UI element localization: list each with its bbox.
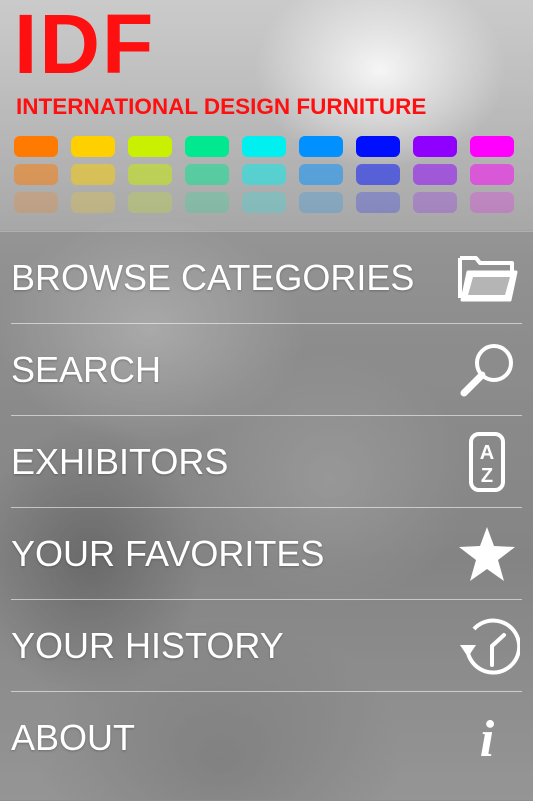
color-swatch (470, 192, 514, 213)
color-swatch (71, 192, 115, 213)
color-swatch (356, 192, 400, 213)
menu-item-browse-categories[interactable]: BROWSE CATEGORIES (11, 232, 522, 324)
color-swatch (356, 136, 400, 157)
menu-item-label: YOUR FAVORITES (11, 532, 325, 574)
color-swatch (413, 192, 457, 213)
app-header: IDF INTERNATIONAL DESIGN FURNITURE (0, 0, 533, 230)
menu-item-label: YOUR HISTORY (11, 624, 284, 666)
menu-item-label: EXHIBITORS (11, 440, 229, 482)
a-letter: A (480, 442, 494, 464)
menu-item-search[interactable]: SEARCH (11, 324, 522, 416)
z-letter: Z (481, 465, 493, 487)
color-swatch (470, 164, 514, 185)
color-swatch (299, 164, 343, 185)
menu-item-label: SEARCH (11, 348, 162, 390)
palette-row (14, 192, 514, 213)
color-swatch (413, 164, 457, 185)
color-swatch (299, 136, 343, 157)
menu-item-about[interactable]: ABOUT i (11, 692, 522, 783)
star-icon (452, 519, 522, 589)
info-letter: i (480, 712, 495, 764)
color-swatch (71, 164, 115, 185)
menu-item-your-history[interactable]: YOUR HISTORY (11, 600, 522, 692)
color-swatch (14, 136, 58, 157)
logo: IDF (14, 0, 156, 91)
color-swatch (356, 164, 400, 185)
a-z-icon: A Z (452, 427, 522, 497)
color-swatch (242, 136, 286, 157)
menu-item-label: ABOUT (11, 716, 136, 758)
color-swatch (128, 164, 172, 185)
color-swatch (185, 192, 229, 213)
info-icon: i (452, 703, 522, 773)
palette-row (14, 136, 514, 157)
color-swatch (242, 164, 286, 185)
main-menu: BROWSE CATEGORIES SEARCH EXHIBITORS A Z (0, 231, 533, 801)
color-swatch (413, 136, 457, 157)
color-swatch (185, 164, 229, 185)
color-swatch (242, 192, 286, 213)
color-swatch (14, 164, 58, 185)
palette-row (14, 164, 514, 185)
color-swatch (128, 136, 172, 157)
search-icon (452, 335, 522, 405)
menu-item-label: BROWSE CATEGORIES (11, 256, 415, 298)
color-swatch (299, 192, 343, 213)
color-swatch (128, 192, 172, 213)
history-clock-icon (452, 611, 522, 681)
color-swatch (470, 136, 514, 157)
logo-subtitle: INTERNATIONAL DESIGN FURNITURE (16, 94, 427, 119)
menu-item-exhibitors[interactable]: EXHIBITORS A Z (11, 416, 522, 508)
color-swatch (14, 192, 58, 213)
color-swatch (71, 136, 115, 157)
folder-icon (452, 243, 522, 313)
color-swatch (185, 136, 229, 157)
menu-item-your-favorites[interactable]: YOUR FAVORITES (11, 508, 522, 600)
color-palette (14, 136, 514, 220)
